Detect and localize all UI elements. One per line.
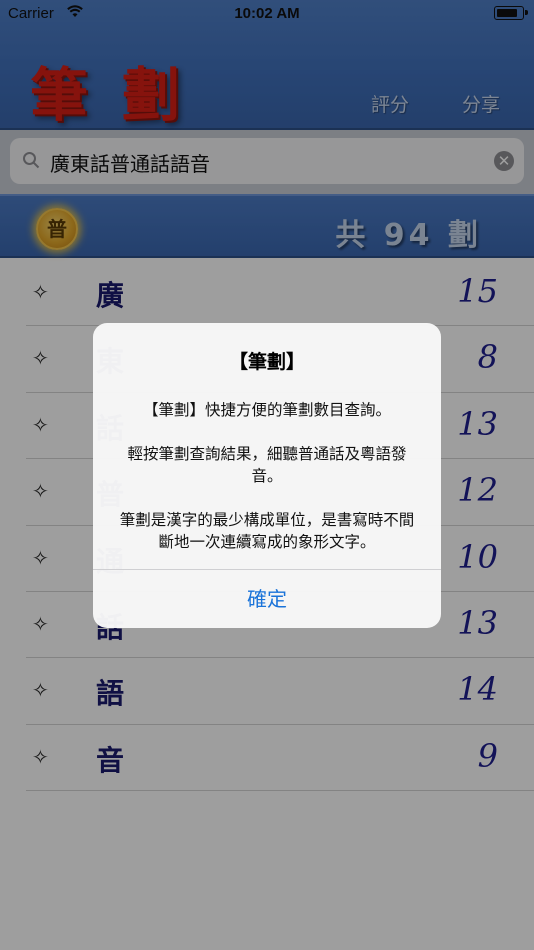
- alert-paragraph: 輕按筆劃查詢結果，細聽普通話及粵語發音。: [127, 445, 407, 485]
- confirm-button[interactable]: 確定: [93, 570, 441, 628]
- modal-overlay: 【筆劃】 【筆劃】快捷方便的筆劃數目查詢。 輕按筆劃查詢結果，細聽普通話及粵語發…: [0, 0, 534, 950]
- alert-message: 【筆劃】快捷方便的筆劃數目查詢。 輕按筆劃查詢結果，細聽普通話及粵語發音。 筆劃…: [113, 399, 421, 575]
- info-alert: 【筆劃】 【筆劃】快捷方便的筆劃數目查詢。 輕按筆劃查詢結果，細聽普通話及粵語發…: [93, 323, 441, 628]
- alert-paragraph: 筆劃是漢字的最少構成單位，是書寫時不間斷地一次連續寫成的象形文字。: [119, 511, 415, 551]
- alert-title: 【筆劃】: [228, 351, 305, 373]
- alert-paragraph: 【筆劃】快捷方便的筆劃數目查詢。: [142, 401, 391, 419]
